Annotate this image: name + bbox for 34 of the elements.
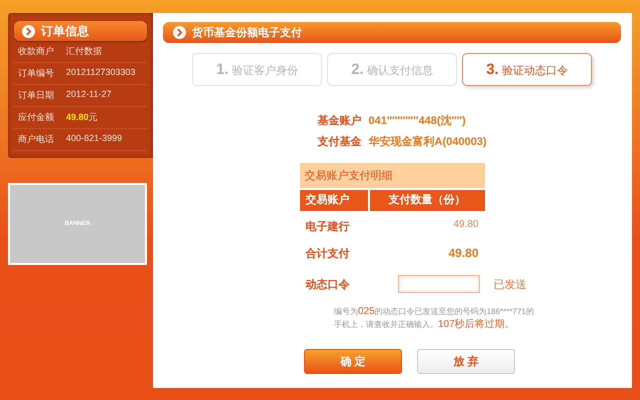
panel-title: 订单信息 <box>41 22 89 40</box>
field-label: 订单日期 <box>18 89 54 102</box>
field-value: 400-821-3999 <box>66 133 122 145</box>
chevron-icon <box>22 24 35 38</box>
table-cell: 49.80 <box>448 246 478 261</box>
confirm-button[interactable]: 确 定 <box>304 349 402 374</box>
field-label: 应付金额 <box>18 111 54 124</box>
chevron-icon <box>173 26 186 39</box>
cancel-button[interactable]: 放 弃 <box>417 349 515 374</box>
step-tab[interactable]: 1. 验证客户身份 <box>192 53 322 86</box>
field-value: 20121127303303 <box>66 67 136 79</box>
step-tab[interactable]: 3. 验证动态口令 <box>462 53 592 86</box>
field-label: 商户电话 <box>18 133 54 146</box>
field-value: 041″″″″″″448(沈″″) <box>368 114 466 128</box>
status-text: 已发送 <box>494 278 526 292</box>
input-field[interactable] <box>398 275 480 293</box>
column-header: 支付数量（份） <box>370 190 484 211</box>
field-label: 订单编号 <box>18 67 54 80</box>
step-tab[interactable]: 2. 确认支付信息 <box>327 53 457 86</box>
field-value: 2012-11-27 <box>66 89 112 101</box>
field-label: 支付基金 <box>318 134 362 149</box>
table-cell-text: 合计支付 <box>306 246 350 261</box>
field-value: 49.80元 <box>66 111 98 124</box>
table-cell-text: 49.80 <box>453 219 478 232</box>
column-header: 交易账户 <box>300 190 368 211</box>
notice-text: 编号为025的动态口令已发送至您的号码为186****771的手机上，请查收并正确输入。107秒后将过期。 <box>334 305 535 331</box>
field-label: 动态口令 <box>306 278 350 292</box>
table-caption: 交易账户支付明细 <box>300 163 484 190</box>
field-label: 收款商户 <box>18 45 54 58</box>
panel-title: 货币基金份额电子支付 <box>192 26 302 40</box>
table-cell-text: 电子建行 <box>306 220 350 234</box>
field-label: 基金账户 <box>318 114 362 128</box>
field-value: 华安现金富利A(040003) <box>368 134 486 149</box>
field-value: 汇付数据 <box>66 45 102 58</box>
